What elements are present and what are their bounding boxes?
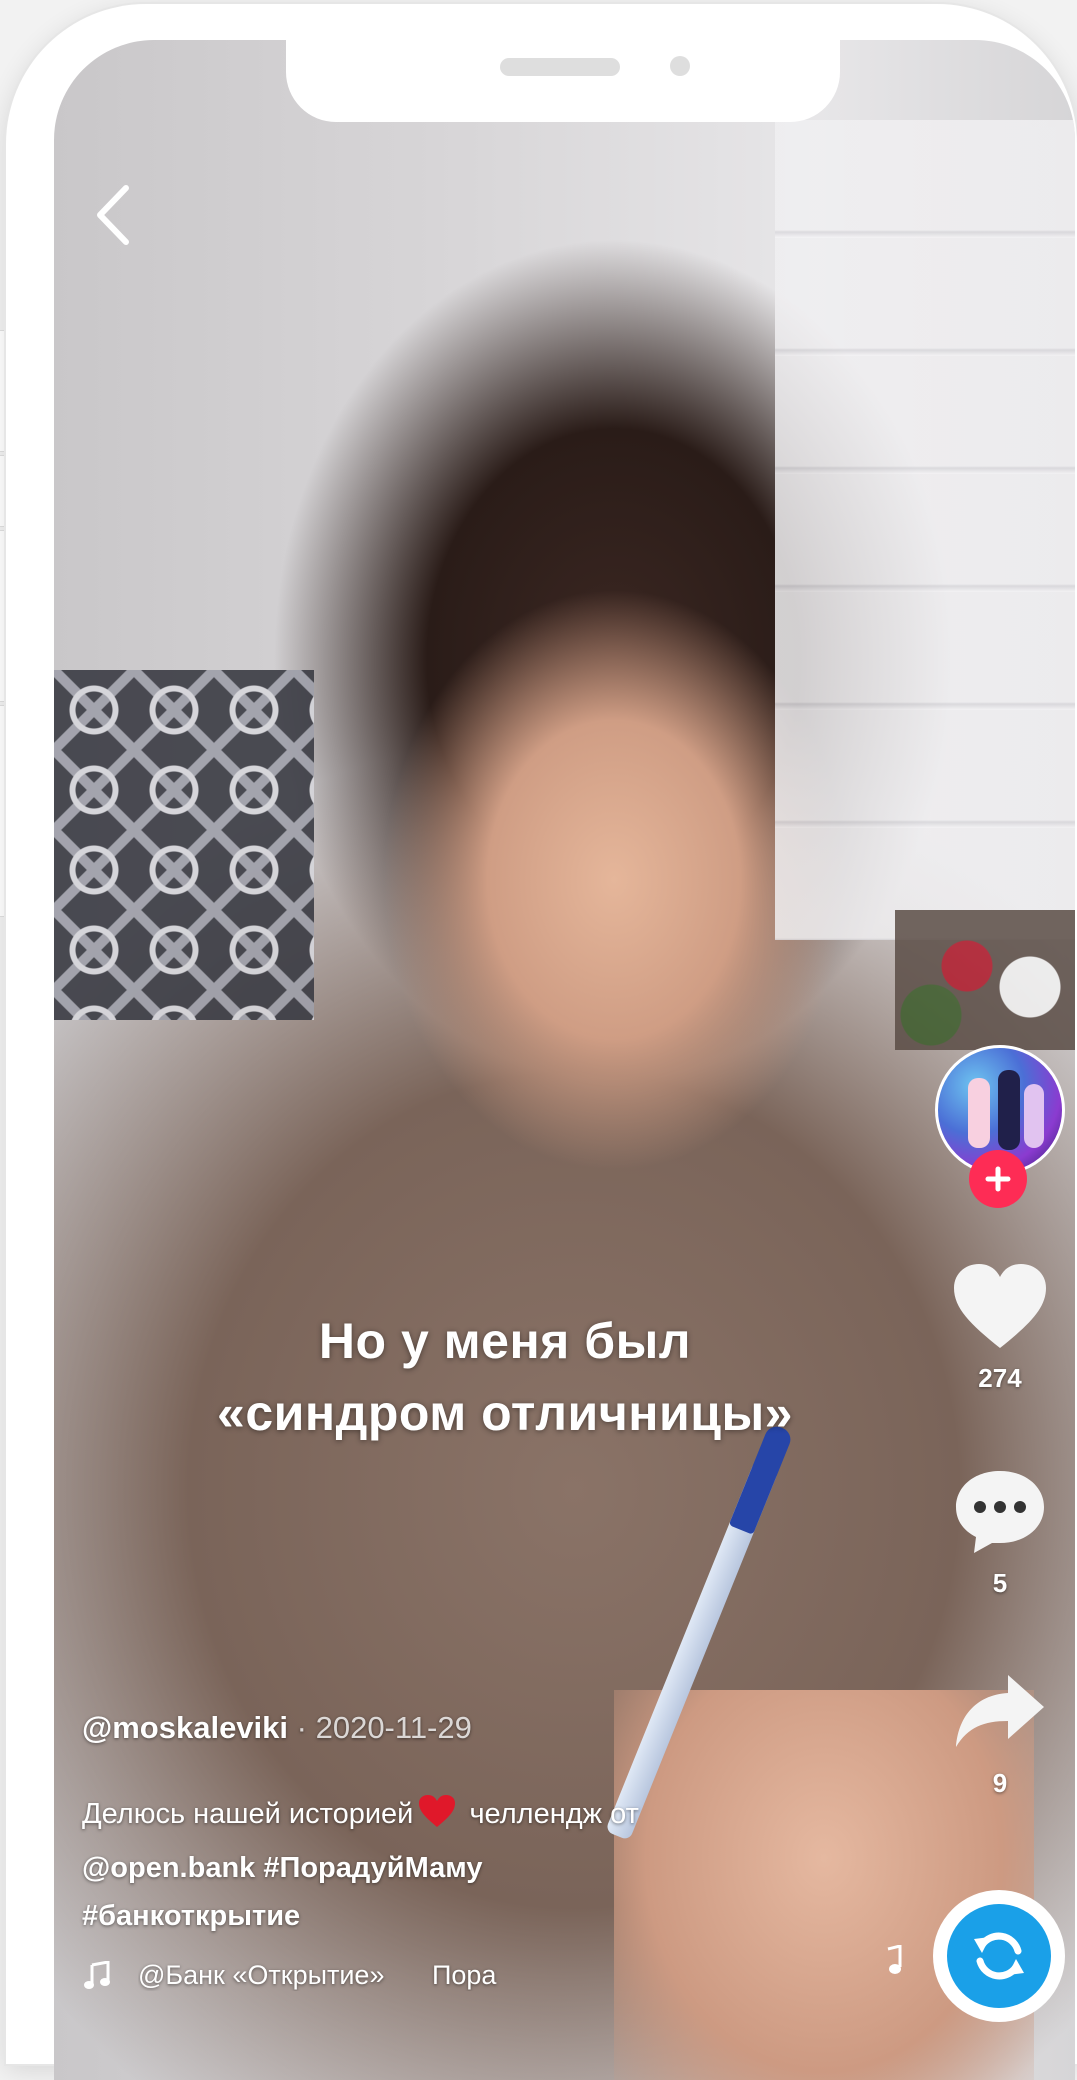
author-separator: · (296, 1710, 307, 1745)
mention-link[interactable]: @open.bank (82, 1852, 255, 1884)
music-track-name: @Банк «Открытие» (138, 1960, 385, 1990)
comment-icon (956, 1471, 1044, 1553)
heart-icon (954, 1264, 1046, 1348)
author-username[interactable]: @moskaleviki (82, 1710, 288, 1745)
video-description: Делюсь нашей историей челлендж от @open.… (82, 1790, 842, 1940)
back-button[interactable] (90, 180, 138, 250)
video-text-overlay: Но у меня был «синдром отличницы» (100, 1305, 910, 1449)
video-background-tiles (54, 670, 314, 1020)
red-heart-icon (417, 1793, 457, 1844)
phone-camera (670, 56, 690, 76)
comment-count: 5 (992, 1568, 1008, 1598)
music-note-icon (84, 1960, 110, 1989)
like-button[interactable]: 274 (940, 1260, 1060, 1394)
description-text-after-emoji: челлендж от (461, 1798, 639, 1830)
post-date: 2020-11-29 (315, 1710, 472, 1745)
video-player[interactable] (54, 40, 1075, 2080)
phone-speaker (500, 58, 620, 76)
music-info[interactable]: @Банк «Открытие» Пора (82, 1960, 698, 1991)
chevron-left-icon (97, 185, 129, 245)
comment-button[interactable]: 5 (940, 1465, 1060, 1599)
follow-button[interactable] (969, 1150, 1027, 1208)
phone-frame (6, 4, 1077, 2080)
phone-notch (286, 36, 840, 122)
share-count: 9 (992, 1768, 1008, 1798)
share-icon (956, 1675, 1044, 1747)
hashtag-link[interactable]: #ПорадуйМаму (263, 1852, 482, 1884)
video-background-flowers (895, 910, 1075, 1050)
hashtag-link[interactable]: #банкоткрытие (82, 1900, 300, 1932)
overlay-line-1: Но у меня был (318, 1313, 692, 1369)
plus-icon (985, 1166, 1011, 1192)
share-button[interactable]: 9 (940, 1665, 1060, 1799)
music-disc[interactable] (933, 1890, 1065, 2022)
music-track-next: Пора (431, 1960, 497, 1990)
video-background-blinds (775, 120, 1075, 940)
floating-music-note-icon (880, 1944, 904, 1982)
description-text: Делюсь нашей историей (82, 1798, 414, 1830)
refresh-logo-icon (974, 1932, 1024, 1980)
author-line: @moskaleviki · 2020-11-29 (82, 1710, 472, 1746)
overlay-line-2: «синдром отличницы» (217, 1385, 793, 1441)
like-count: 274 (978, 1363, 1022, 1393)
